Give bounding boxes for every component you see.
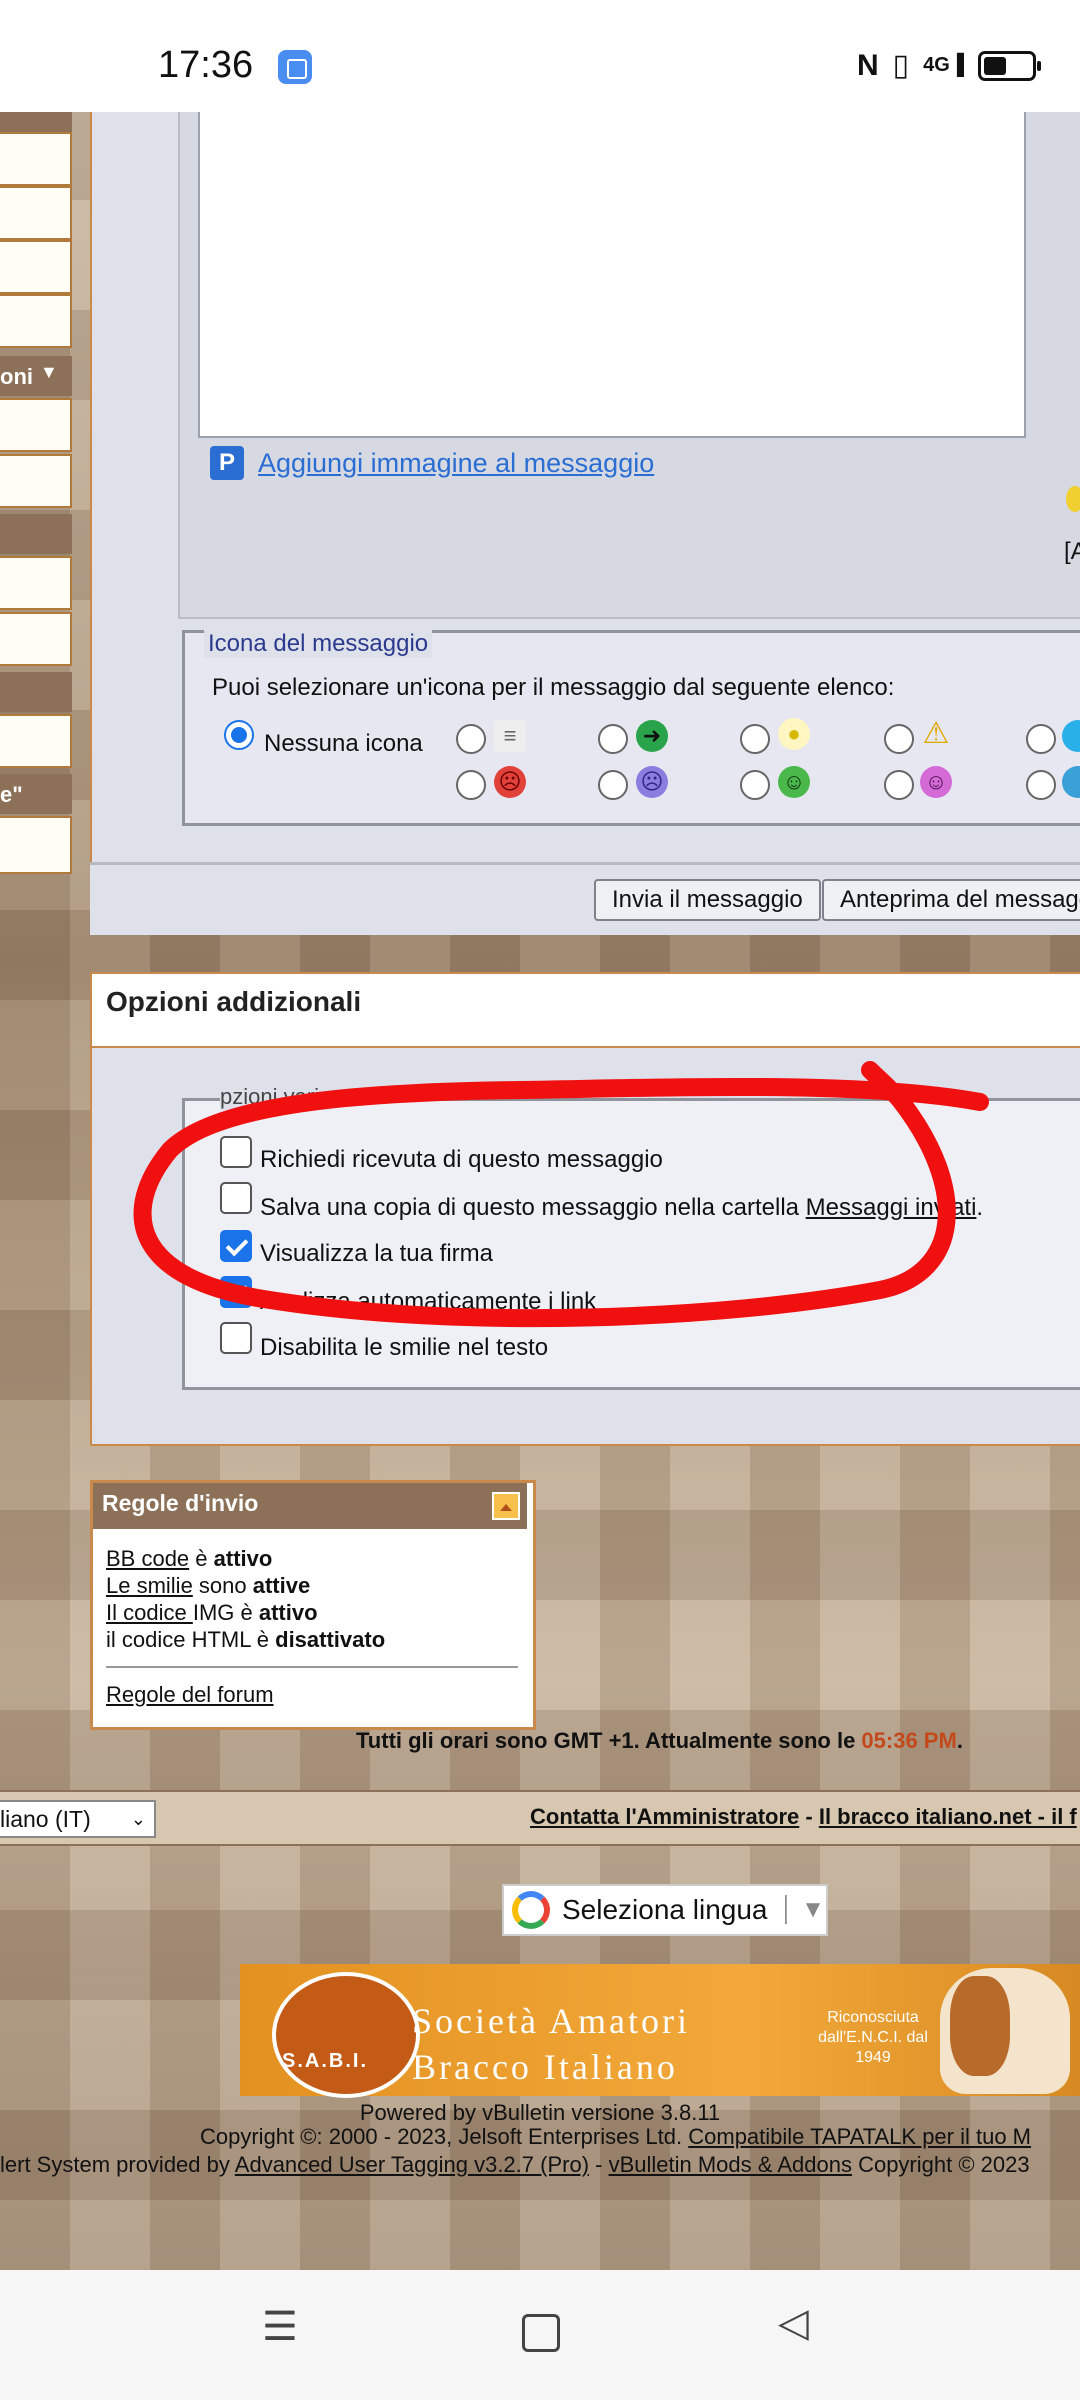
posting-rules-title: Regole d'invio [102, 1490, 259, 1516]
bracco-dog-image [940, 1968, 1070, 2094]
copyright-line: Copyright ©: 2000 - 2023, Jelsoft Enterp… [200, 2124, 1032, 2149]
radio-icon-exclamation[interactable] [884, 724, 914, 754]
message-icon-description: Puoi selezionare un'icona per il messagg… [212, 674, 895, 701]
image-upload-icon: P [210, 446, 244, 480]
battery-icon [978, 50, 1041, 81]
vb-mods-link[interactable]: vBulletin Mods & Addons [609, 2152, 852, 2177]
radio-icon-grin[interactable] [740, 770, 770, 800]
message-icon-legend: Icona del messaggio [204, 630, 433, 658]
more-smilies-link[interactable]: [A [1064, 538, 1080, 566]
radio-icon-arrow[interactable] [598, 724, 628, 754]
site-home-link[interactable]: Il bracco italiano.net - il f [819, 1804, 1077, 1829]
radio-icon-angry[interactable] [456, 770, 486, 800]
submit-button[interactable]: Invia il messaggio [594, 879, 821, 921]
banner-title: Società Amatori Bracco Italiano [412, 2001, 690, 2087]
left-section-header: oni ▼ [0, 356, 72, 396]
alert-system-line: lert System provided by Advanced User Ta… [0, 2152, 1030, 2177]
left-column-header [0, 112, 72, 132]
left-list-item[interactable] [0, 294, 72, 348]
left-section-header [0, 514, 72, 554]
aut-link[interactable]: Advanced User Tagging v3.2.7 (Pro) [235, 2152, 589, 2177]
frown-icon: ☹ [636, 766, 668, 798]
app-notification-icon [278, 50, 312, 84]
google-icon [512, 1891, 550, 1929]
status-time: 17:36 [158, 44, 254, 86]
contact-admin-link[interactable]: Contatta l'Amministratore [530, 1804, 799, 1829]
smilie-icon[interactable] [1066, 486, 1080, 512]
left-list-item[interactable] [0, 556, 72, 610]
img-code-link[interactable]: Il codice [106, 1600, 193, 1625]
red-annotation-circle [133, 1061, 989, 1328]
chevron-down-icon: ⌄ [130, 1809, 146, 1829]
vibrate-icon: ▯ [892, 49, 910, 82]
left-list-item[interactable] [0, 454, 72, 508]
radio-icon-frown[interactable] [598, 770, 628, 800]
forum-rules-link[interactable]: Regole del forum [106, 1682, 274, 1708]
right-arrow-icon: ➜ [636, 720, 668, 752]
rule-html: il codice HTML è disattivato [106, 1627, 386, 1652]
rule-bbcode: BB code è attivo [106, 1546, 273, 1571]
radio-icon-lightbulb[interactable] [740, 724, 770, 754]
exclamation-icon: ⚠ [922, 717, 950, 750]
grin-icon: ☺ [778, 766, 810, 798]
radio-no-icon[interactable] [224, 720, 254, 750]
left-list-item[interactable] [0, 186, 72, 240]
left-list-item[interactable] [0, 398, 72, 452]
rule-smilies: Le smilie sono attive [106, 1573, 311, 1598]
left-list-item[interactable] [0, 612, 72, 666]
radio-icon-question[interactable] [1026, 724, 1056, 754]
left-list-item[interactable] [0, 132, 72, 186]
lightbulb-icon: ● [778, 718, 810, 750]
language-select[interactable]: liano (IT) ⌄ [0, 1800, 156, 1838]
radio-icon-post[interactable] [456, 724, 486, 754]
sabi-logo [272, 1972, 420, 2098]
rule-img: Il codice IMG è attivo [106, 1600, 318, 1625]
banner-note: Riconosciuta dall'E.N.C.I. dal 1949 [818, 2009, 928, 2066]
additional-options-title: Opzioni addizionali [106, 986, 362, 1017]
back-icon[interactable]: ◁ [778, 2300, 809, 2346]
nfc-icon: Ν [856, 48, 879, 82]
add-image-link[interactable]: P Aggiungi immagine al messaggio [210, 446, 654, 480]
left-list-item[interactable] [0, 714, 72, 768]
collapse-icon[interactable] [492, 1492, 520, 1520]
google-translate-select[interactable]: Seleziona lingua │ ▼ [502, 1884, 828, 1936]
message-textarea[interactable] [198, 112, 1026, 438]
footer-links: Contatta l'Amministratore - Il bracco it… [530, 1804, 1077, 1829]
powered-by: Powered by vBulletin versione 3.8.11 [359, 2100, 721, 2125]
time-notice: Tutti gli orari sono GMT +1. Attualmente… [356, 1728, 963, 1753]
tapatalk-link[interactable]: Compatibile TAPATALK per il tuo M [688, 2124, 1031, 2149]
left-section-header [0, 672, 72, 712]
left-list-item[interactable] [0, 816, 72, 874]
preview-button[interactable]: Anteprima del messagg [822, 879, 1080, 921]
add-image-label[interactable]: Aggiungi immagine al messaggio [258, 448, 654, 479]
left-section-header: e" [0, 774, 72, 814]
translate-label: Seleziona lingua [562, 1894, 768, 1925]
signal-icon: 4G▐ [923, 54, 964, 76]
angry-icon: ☹ [494, 766, 526, 798]
radio-icon-cool[interactable] [1026, 770, 1056, 800]
rules-divider [106, 1666, 518, 1668]
smilies-link[interactable]: Le smilie [106, 1573, 193, 1598]
smile-icon: ☺ [920, 766, 952, 798]
post-icon: ≡ [494, 720, 526, 752]
menu-icon[interactable]: ☰ [262, 2304, 298, 2350]
radio-icon-smile[interactable] [884, 770, 914, 800]
left-list-item[interactable] [0, 240, 72, 294]
status-icons: Ν ▯ 4G▐ [856, 48, 1041, 83]
dropdown-arrow-icon: │ ▼ [779, 1896, 825, 1923]
bbcode-link[interactable]: BB code [106, 1546, 189, 1571]
sabi-logo-text: S.A.B.I. [282, 2050, 369, 2072]
no-icon-label: Nessuna icona [264, 730, 423, 757]
home-icon[interactable] [522, 2314, 560, 2352]
chevron-down-icon[interactable]: ▼ [40, 362, 58, 383]
